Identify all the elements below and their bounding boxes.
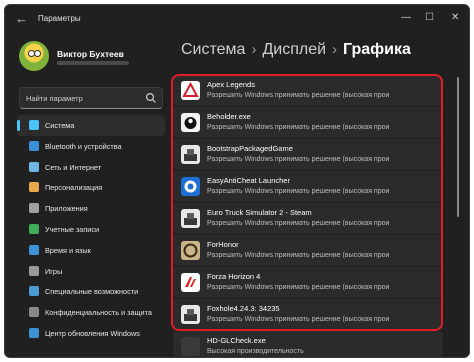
gamepad-icon bbox=[29, 265, 39, 276]
app-row[interactable]: Apex Legends Разрешить Windows принимать … bbox=[173, 75, 443, 106]
avatar-eye-right bbox=[34, 50, 41, 57]
sidebar-item-label: Сеть и Интернет bbox=[45, 162, 102, 172]
sidebar-item-11[interactable]: Центр обновления Windows bbox=[17, 323, 165, 344]
page-title: Графика bbox=[343, 41, 411, 58]
breadcrumb-system[interactable]: Система bbox=[181, 41, 245, 58]
sidebar-item-7[interactable]: Время и язык bbox=[17, 240, 165, 261]
app-list: Apex Legends Разрешить Windows принимать … bbox=[173, 75, 443, 357]
sidebar-item-9[interactable]: Специальные возможности bbox=[17, 281, 165, 302]
sidebar-item-4[interactable]: Персонализация bbox=[17, 177, 165, 198]
search-box[interactable] bbox=[19, 87, 163, 109]
sidebar-item-label: Специальные возможности bbox=[45, 287, 139, 297]
settings-window: ← Параметры — ☐ ✕ Виктор Бухтеев Система… bbox=[4, 4, 470, 358]
user-email-redacted bbox=[57, 61, 129, 65]
app-name: BootstrapPackagedGame bbox=[207, 144, 293, 153]
sidebar-item-label: Персонализация bbox=[45, 183, 103, 193]
app-name: ForHonor bbox=[207, 240, 239, 249]
shield-icon bbox=[29, 307, 39, 318]
app-row[interactable]: Euro Truck Simulator 2 - Steam Разрешить … bbox=[173, 203, 443, 234]
wifi-icon bbox=[29, 161, 39, 172]
sidebar-item-label: Учетные записи bbox=[45, 224, 100, 234]
minimize-button[interactable]: — bbox=[401, 12, 411, 23]
breadcrumb-separator: › bbox=[251, 41, 257, 58]
sidebar-item-5[interactable]: Приложения bbox=[17, 198, 165, 219]
app-row[interactable]: Beholder.exe Разрешить Windows принимать … bbox=[173, 107, 443, 138]
breadcrumb-separator: › bbox=[332, 41, 338, 58]
update-icon bbox=[29, 327, 39, 338]
app-gpu-preference: Разрешить Windows принимать решение (выс… bbox=[207, 284, 390, 291]
app-row[interactable]: Foxhole4.24.3: 34235 Разрешить Windows пр… bbox=[173, 299, 443, 330]
sidebar-item-6[interactable]: Учетные записи bbox=[17, 219, 165, 240]
back-button[interactable]: ← bbox=[15, 11, 28, 26]
app-row[interactable]: HD-GLCheck.exe Высокая производительность bbox=[173, 331, 443, 357]
sidebar-item-label: Игры bbox=[45, 266, 63, 276]
scrollbar[interactable] bbox=[457, 77, 459, 217]
sidebar-item-label: Время и язык bbox=[45, 245, 91, 255]
forhonor-icon bbox=[181, 241, 200, 260]
eurotruck-icon bbox=[181, 209, 200, 228]
bootstrap-icon bbox=[181, 145, 200, 164]
apps-icon bbox=[29, 203, 39, 214]
app-name: EasyAntiCheat Launcher bbox=[207, 176, 290, 185]
sidebar-item-8[interactable]: Игры bbox=[17, 261, 165, 282]
title-bar: ← Параметры — ☐ ✕ bbox=[5, 5, 469, 33]
app-gpu-preference: Разрешить Windows принимать решение (выс… bbox=[207, 220, 390, 227]
monitor-icon bbox=[29, 120, 39, 130]
app-name: Beholder.exe bbox=[207, 112, 251, 121]
search-input[interactable] bbox=[26, 92, 144, 105]
close-button[interactable]: ✕ bbox=[451, 12, 459, 23]
easyanticheat-icon bbox=[181, 177, 200, 196]
app-gpu-preference: Разрешить Windows принимать решение (выс… bbox=[207, 188, 390, 195]
user-name: Виктор Бухтеев bbox=[57, 49, 124, 59]
sidebar-item-2[interactable]: Bluetooth и устройства bbox=[17, 136, 165, 157]
sidebar-nav: Система Bluetooth и устройства Сеть и Инте… bbox=[17, 115, 165, 344]
avatar[interactable] bbox=[19, 41, 49, 71]
app-row[interactable]: EasyAntiCheat Launcher Разрешить Windows … bbox=[173, 171, 443, 202]
app-gpu-preference: Высокая производительность bbox=[207, 348, 304, 355]
maximize-button[interactable]: ☐ bbox=[425, 12, 434, 23]
sidebar-item-label: Конфиденциальность и защита bbox=[45, 308, 152, 318]
app-row[interactable]: ForHonor Разрешить Windows принимать реше… bbox=[173, 235, 443, 266]
app-row[interactable]: BootstrapPackagedGame Разрешить Windows п… bbox=[173, 139, 443, 170]
app-gpu-preference: Разрешить Windows принимать решение (выс… bbox=[207, 316, 390, 323]
app-name: Foxhole4.24.3: 34235 bbox=[207, 304, 280, 313]
breadcrumb-display[interactable]: Дисплей bbox=[262, 41, 326, 58]
app-gpu-preference: Разрешить Windows принимать решение (выс… bbox=[207, 156, 390, 163]
app-row[interactable]: Forza Horizon 4 Разрешить Windows принима… bbox=[173, 267, 443, 298]
foxhole-icon bbox=[181, 305, 200, 324]
sidebar-item-3[interactable]: Сеть и Интернет bbox=[17, 157, 165, 178]
sidebar-item-label: Центр обновления Windows bbox=[45, 328, 140, 338]
brush-icon bbox=[29, 182, 39, 193]
app-gpu-preference: Разрешить Windows принимать решение (выс… bbox=[207, 252, 390, 259]
app-gpu-preference: Разрешить Windows принимать решение (выс… bbox=[207, 92, 390, 99]
sidebar-item-10[interactable]: Конфиденциальность и защита bbox=[17, 302, 165, 323]
apex-legends-icon bbox=[181, 81, 200, 100]
sidebar-item-1[interactable]: Система bbox=[17, 115, 165, 136]
beholder-icon bbox=[181, 113, 200, 132]
app-name: HD-GLCheck.exe bbox=[207, 336, 266, 345]
globe-clock-icon bbox=[29, 244, 39, 255]
app-gpu-preference: Разрешить Windows принимать решение (выс… bbox=[207, 124, 390, 131]
accessibility-icon bbox=[29, 286, 39, 297]
sidebar-item-label: Система bbox=[45, 121, 75, 130]
app-title: Параметры bbox=[38, 14, 81, 23]
sidebar-item-label: Приложения bbox=[45, 204, 88, 214]
user-icon bbox=[29, 223, 39, 234]
app-name: Forza Horizon 4 bbox=[207, 272, 261, 281]
app-name: Euro Truck Simulator 2 - Steam bbox=[207, 208, 312, 217]
search-icon[interactable] bbox=[145, 92, 157, 104]
forza-icon bbox=[181, 273, 200, 292]
bluetooth-icon bbox=[29, 140, 39, 151]
breadcrumb: Система › Дисплей › Графика bbox=[181, 41, 411, 59]
sidebar-item-label: Bluetooth и устройства bbox=[45, 141, 122, 151]
hdglcheck-icon bbox=[181, 337, 200, 356]
app-name: Apex Legends bbox=[207, 80, 255, 89]
